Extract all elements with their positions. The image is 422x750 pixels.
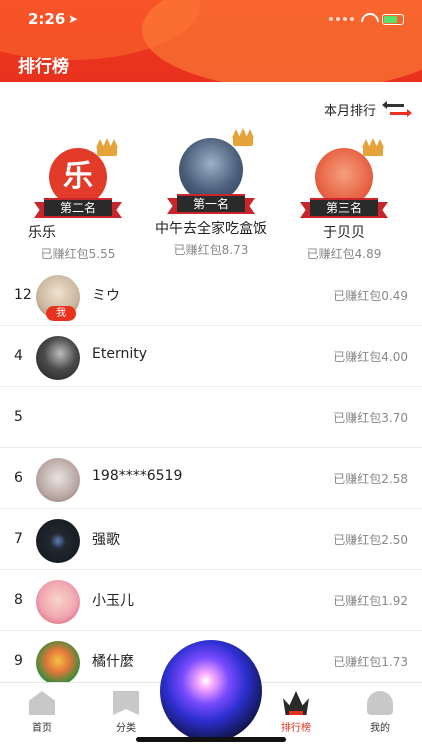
- signal-icon: [329, 17, 354, 21]
- podium-third[interactable]: 第三名 于贝贝 已赚红包4.89: [274, 130, 414, 262]
- rank-number: 5: [14, 409, 23, 425]
- tab-ranking[interactable]: 排行榜: [266, 691, 326, 734]
- status-time: 2:26: [28, 10, 66, 28]
- tab-home[interactable]: 首页: [12, 691, 72, 734]
- crown-icon: [283, 691, 309, 715]
- podium-earnings: 已赚红包8.73: [173, 243, 249, 257]
- tab-profile[interactable]: 我的: [350, 691, 410, 734]
- user-name: 橘什麼: [92, 654, 134, 670]
- user-name: 198****6519: [92, 468, 183, 484]
- podium-name: 中午去全家吃盒饭: [155, 221, 267, 237]
- rank-number: 9: [14, 653, 23, 669]
- user-name: Eternity: [92, 346, 147, 362]
- avatar: [36, 641, 80, 685]
- month-ranking-label: 本月排行: [323, 104, 376, 119]
- swap-arrows-icon[interactable]: [382, 100, 412, 117]
- siri-orb: [160, 640, 262, 742]
- earnings: 已赚红包4.00: [333, 350, 408, 364]
- user-name: 强歌: [92, 532, 120, 548]
- month-ranking-switch[interactable]: 本月排行: [323, 100, 412, 119]
- tab-label: 我的: [370, 723, 390, 734]
- list-item[interactable]: 8 小玉儿 已赚红包1.92: [0, 570, 422, 631]
- crown-icon: [231, 128, 255, 146]
- status-indicators: [329, 13, 404, 25]
- earnings: 已赚红包2.50: [333, 533, 408, 547]
- list-item[interactable]: 6 198****6519 已赚红包2.58: [0, 448, 422, 509]
- podium-second[interactable]: 乐 第二名 乐乐 已赚红包5.55: [8, 130, 148, 262]
- home-indicator[interactable]: [136, 737, 286, 742]
- list-item[interactable]: 12 我 ミウ 已赚红包0.49: [0, 265, 422, 326]
- location-arrow-icon: ➤: [68, 12, 79, 26]
- rank-number: 4: [14, 348, 23, 364]
- ranking-list: 12 我 ミウ 已赚红包0.49 4 Eternity 已赚红包4.00 5 已…: [0, 265, 422, 692]
- home-icon: [29, 691, 55, 715]
- user-name: ミウ: [92, 288, 120, 304]
- wifi-icon: [360, 13, 376, 25]
- list-item[interactable]: 7 强歌 已赚红包2.50: [0, 509, 422, 570]
- earnings: 已赚红包3.70: [333, 411, 408, 425]
- avatar: [36, 336, 80, 380]
- status-bar: 2:26 ➤: [0, 10, 422, 32]
- rank-number: 12: [14, 287, 32, 303]
- rank-number: 6: [14, 470, 23, 486]
- profile-icon: [367, 691, 393, 715]
- tab-label: 首页: [32, 723, 52, 734]
- podium-earnings: 已赚红包4.89: [306, 247, 382, 261]
- podium-first[interactable]: 第一名 中午去全家吃盒饭 已赚红包8.73: [141, 128, 281, 258]
- rank-ribbon: 第一名: [167, 194, 255, 214]
- list-item[interactable]: 5 已赚红包3.70: [0, 387, 422, 448]
- podium-earnings: 已赚红包5.55: [40, 247, 116, 261]
- crown-icon: [95, 138, 119, 156]
- rank-ribbon: 第二名: [34, 198, 122, 218]
- page-title: 排行榜: [18, 57, 69, 77]
- rank-number: 8: [14, 592, 23, 608]
- user-name: 小玉儿: [92, 593, 134, 609]
- header-bar: 2:26 ➤ 排行榜: [0, 0, 422, 82]
- earnings: 已赚红包0.49: [333, 289, 408, 303]
- me-badge: 我: [46, 306, 76, 321]
- avatar: [179, 128, 254, 202]
- avatar: [36, 458, 80, 502]
- rank-ribbon: 第三名: [300, 198, 388, 218]
- tab-label: 分类: [116, 723, 136, 734]
- podium-name: 于贝贝: [323, 225, 365, 241]
- list-item[interactable]: 4 Eternity 已赚红包4.00: [0, 326, 422, 387]
- avatar: [36, 519, 80, 563]
- battery-icon: [382, 13, 404, 25]
- earnings: 已赚红包2.58: [333, 472, 408, 486]
- earnings: 已赚红包1.73: [333, 655, 408, 669]
- tab-category[interactable]: 分类: [96, 691, 156, 734]
- avatar: [36, 580, 80, 624]
- crown-icon: [361, 138, 385, 156]
- podium-name: 乐乐: [28, 225, 56, 241]
- category-icon: [113, 691, 139, 715]
- earnings: 已赚红包1.92: [333, 594, 408, 608]
- tab-label: 排行榜: [281, 723, 311, 734]
- rank-number: 7: [14, 531, 23, 547]
